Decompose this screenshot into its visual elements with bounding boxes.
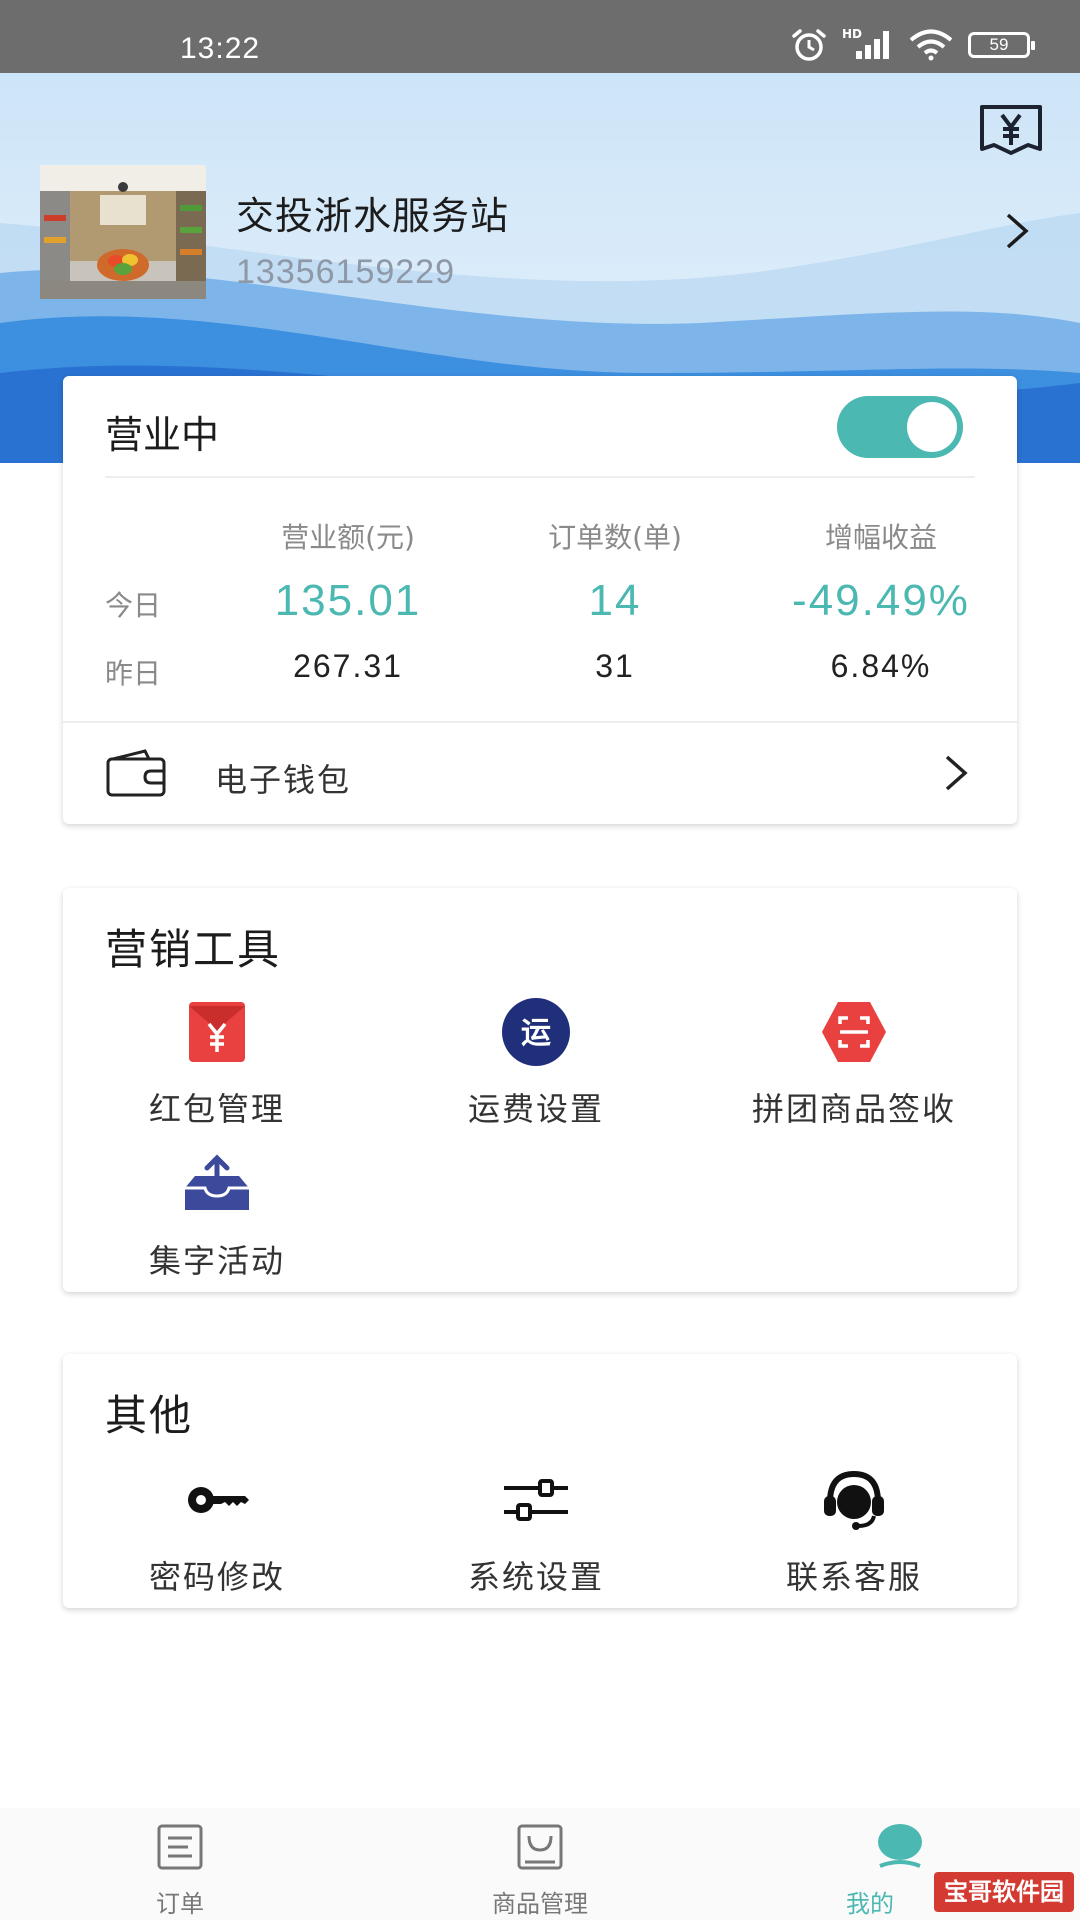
item-label: 联系客服 xyxy=(785,1558,922,1596)
divider xyxy=(105,476,975,478)
today-orders: 14 xyxy=(588,576,642,625)
order-list-icon xyxy=(157,1824,203,1870)
nav-product-management[interactable]: 商品管理 xyxy=(440,1822,640,1919)
battery-icon: 59 xyxy=(968,32,1035,58)
nav-label: 商品管理 xyxy=(492,1890,588,1918)
other-title: 其他 xyxy=(105,1391,194,1440)
tool-shipping[interactable]: 运 运费设置 xyxy=(386,996,686,1130)
nav-label: 订单 xyxy=(156,1890,204,1918)
app-screen: 13:22 HD 59 交投浙水服务站 13356159229 营业中 营业额(… xyxy=(0,0,1080,1920)
tool-red-envelope[interactable]: 红包管理 xyxy=(67,996,367,1130)
store-avatar[interactable] xyxy=(40,165,206,299)
business-status-label: 营业中 xyxy=(105,413,220,457)
cell-signal-icon: HD xyxy=(842,27,894,61)
item-change-password[interactable]: 密码修改 xyxy=(67,1464,367,1598)
tool-label: 红包管理 xyxy=(148,1090,285,1128)
tool-label: 运费设置 xyxy=(467,1090,604,1128)
business-card: 营业中 营业额(元) 订单数(单) 增幅收益 今日 135.01 14 -49.… xyxy=(63,376,1017,824)
e-wallet-row[interactable]: 电子钱包 xyxy=(63,723,1017,823)
business-toggle[interactable] xyxy=(837,396,963,458)
yesterday-orders: 31 xyxy=(595,648,635,684)
tool-group-buy-signoff[interactable]: 拼团商品签收 xyxy=(704,996,1004,1130)
other-card: 其他 密码修改 系统设置 联系客服 xyxy=(63,1354,1017,1608)
chevron-right-icon[interactable] xyxy=(1000,211,1034,251)
marketing-title: 营销工具 xyxy=(105,925,282,974)
item-system-settings[interactable]: 系统设置 xyxy=(386,1464,686,1598)
chevron-right-icon xyxy=(945,755,968,791)
column-header-revenue: 营业额(元) xyxy=(281,521,415,554)
scan-icon xyxy=(822,1002,886,1062)
e-wallet-label: 电子钱包 xyxy=(215,761,352,799)
today-growth: -49.49% xyxy=(792,576,970,625)
nav-orders[interactable]: 订单 xyxy=(80,1822,280,1919)
profile-icon xyxy=(878,1824,922,1868)
column-header-orders: 订单数(单) xyxy=(548,521,682,554)
bag-icon xyxy=(517,1824,563,1870)
marketing-tools-card: 营销工具 红包管理 运 运费设置 拼团商品签收 集字活动 xyxy=(63,888,1017,1292)
yesterday-growth: 6.84% xyxy=(830,648,932,684)
column-header-growth: 增幅收益 xyxy=(824,521,937,554)
wallet-icon xyxy=(106,749,166,797)
svg-text:运: 运 xyxy=(521,1016,551,1051)
item-label: 密码修改 xyxy=(148,1558,285,1596)
shipping-icon: 运 xyxy=(502,998,570,1066)
tool-label: 集字活动 xyxy=(148,1242,285,1280)
store-name: 交投浙水服务站 xyxy=(236,194,510,238)
upload-tray-icon xyxy=(185,1154,249,1210)
headset-icon xyxy=(824,1470,884,1530)
toggle-knob xyxy=(907,402,957,452)
tool-word-collect[interactable]: 集字活动 xyxy=(67,1148,367,1282)
tool-label: 拼团商品签收 xyxy=(751,1090,956,1128)
row-label-yesterday: 昨日 xyxy=(105,657,162,690)
bill-money-icon[interactable] xyxy=(978,101,1044,161)
alarm-icon xyxy=(792,29,826,61)
bottom-nav: 订单 商品管理 我的 xyxy=(0,1808,1080,1920)
row-label-today: 今日 xyxy=(105,589,162,622)
sliders-icon xyxy=(504,1479,568,1521)
red-envelope-icon xyxy=(189,1002,245,1062)
yesterday-revenue: 267.31 xyxy=(293,648,403,684)
status-time: 13:22 xyxy=(180,32,261,65)
item-label: 系统设置 xyxy=(467,1558,604,1596)
item-contact-support[interactable]: 联系客服 xyxy=(704,1464,1004,1598)
status-bar: 13:22 HD 59 xyxy=(0,0,1080,73)
status-icons: HD 59 xyxy=(790,27,1035,62)
store-phone: 13356159229 xyxy=(236,253,456,291)
key-icon xyxy=(188,1487,249,1513)
today-revenue: 135.01 xyxy=(274,576,422,625)
watermark-logo: 宝哥软件园 xyxy=(934,1872,1074,1912)
wifi-icon xyxy=(909,29,953,61)
